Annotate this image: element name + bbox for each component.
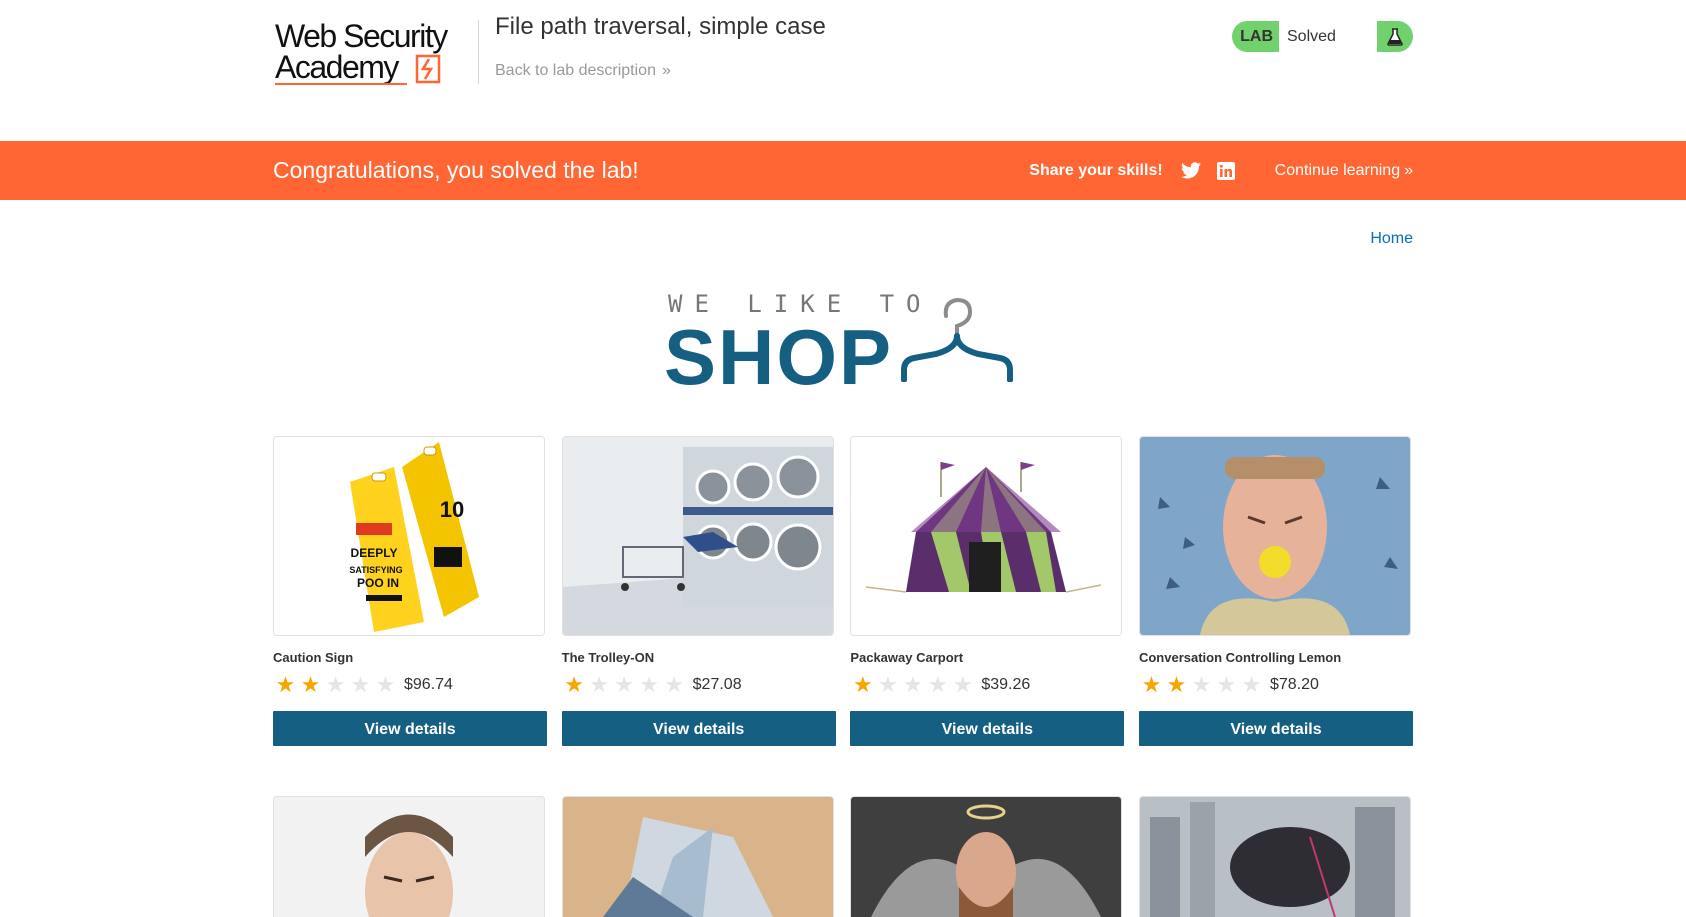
twitter-icon[interactable] bbox=[1180, 162, 1201, 179]
star-filled-icon: ★ bbox=[1141, 672, 1162, 697]
product-row bbox=[273, 796, 1413, 917]
star-empty-icon: ★ bbox=[325, 672, 346, 697]
product-image[interactable] bbox=[850, 436, 1123, 636]
hanger-icon bbox=[901, 297, 1013, 382]
star-empty-icon: ★ bbox=[877, 672, 898, 697]
lab-title: File path traversal, simple case bbox=[495, 13, 826, 40]
web-security-academy-logo[interactable]: Web Security Academy bbox=[273, 18, 473, 92]
shop-main: Home WE LIKE TO SHOP DEEPLY SATISFYING P… bbox=[0, 200, 1686, 917]
product-price: $96.74 bbox=[404, 676, 453, 693]
product-image[interactable]: DEEPLY SATISFYING POO IN 10 bbox=[273, 436, 545, 636]
continue-learning-label: Continue learning bbox=[1274, 161, 1401, 179]
product-image[interactable] bbox=[1138, 796, 1411, 917]
product-name: The Trolley-ON bbox=[561, 650, 655, 665]
product-image[interactable] bbox=[850, 796, 1123, 917]
view-details-button[interactable]: View details bbox=[561, 711, 836, 746]
rating-stars: ★ ★ ★ ★ ★ bbox=[1139, 674, 1264, 696]
continue-learning-link[interactable]: Continue learning» bbox=[1275, 162, 1413, 180]
lab-badge: LAB bbox=[1240, 27, 1273, 45]
back-link-label: Back to lab description bbox=[495, 62, 656, 79]
product-price: $39.26 bbox=[981, 676, 1031, 693]
product-name: Packaway Carport bbox=[850, 650, 964, 665]
congratulations-message: Congratulations, you solved the lab! bbox=[273, 157, 639, 183]
star-filled-icon: ★ bbox=[564, 672, 585, 697]
share-skills-label: Share your skills! bbox=[1029, 161, 1163, 179]
view-details-button[interactable]: View details bbox=[273, 711, 547, 746]
linkedin-icon[interactable] bbox=[1216, 161, 1235, 180]
star-empty-icon: ★ bbox=[375, 672, 396, 697]
solved-banner: Congratulations, you solved the lab! Sha… bbox=[0, 141, 1686, 200]
star-empty-icon: ★ bbox=[614, 672, 635, 697]
product-price: $27.08 bbox=[692, 676, 742, 693]
product-card: DEEPLY SATISFYING POO IN 10 Caution Sign… bbox=[273, 436, 547, 746]
product-name: Conversation Controlling Lemon bbox=[1138, 650, 1342, 665]
home-link[interactable]: Home bbox=[1370, 230, 1413, 248]
product-name: Caution Sign bbox=[273, 650, 354, 665]
product-image[interactable] bbox=[561, 436, 834, 636]
header: Web Security Academy File path traversal… bbox=[0, 0, 1686, 141]
rating-stars: ★ ★ ★ ★ ★ bbox=[850, 674, 975, 696]
hero-title: SHOP bbox=[664, 313, 894, 401]
svg-text:10: 10 bbox=[440, 497, 464, 522]
product-image[interactable] bbox=[1138, 436, 1411, 636]
star-filled-icon: ★ bbox=[300, 672, 321, 697]
back-to-lab-description-link[interactable]: Back to lab description » bbox=[495, 62, 671, 80]
star-empty-icon: ★ bbox=[902, 672, 923, 697]
view-details-button[interactable]: View details bbox=[1138, 711, 1413, 746]
lab-status-text: Solved bbox=[1279, 21, 1377, 52]
logo-divider bbox=[478, 20, 479, 84]
star-empty-icon: ★ bbox=[639, 672, 660, 697]
product-image[interactable] bbox=[273, 796, 545, 917]
star-empty-icon: ★ bbox=[350, 672, 371, 697]
product-image[interactable] bbox=[561, 796, 834, 917]
star-empty-icon: ★ bbox=[589, 672, 610, 697]
double-chevron-right-icon: » bbox=[661, 62, 671, 79]
product-price: $78.20 bbox=[1269, 676, 1319, 693]
star-filled-icon: ★ bbox=[852, 672, 873, 697]
star-empty-icon: ★ bbox=[1191, 672, 1212, 697]
star-empty-icon: ★ bbox=[952, 672, 973, 697]
rating-stars: ★ ★ ★ ★ ★ bbox=[273, 674, 398, 696]
rating-stars: ★ ★ ★ ★ ★ bbox=[562, 674, 687, 696]
product-row: DEEPLY SATISFYING POO IN 10 Caution Sign… bbox=[273, 436, 1413, 746]
svg-text:Academy: Academy bbox=[275, 49, 399, 85]
svg-text:DEEPLY: DEEPLY bbox=[351, 546, 398, 560]
star-empty-icon: ★ bbox=[1241, 672, 1262, 697]
star-empty-icon: ★ bbox=[1216, 672, 1237, 697]
shop-hero-logo: WE LIKE TO SHOP bbox=[273, 290, 1413, 401]
product-card bbox=[273, 796, 547, 917]
product-card: The Trolley-ON ★ ★ ★ ★ ★ $27.08 View det… bbox=[561, 436, 836, 746]
star-empty-icon: ★ bbox=[927, 672, 948, 697]
product-card: Conversation Controlling Lemon ★ ★ ★ ★ ★… bbox=[1138, 436, 1413, 746]
double-chevron-right-icon: » bbox=[1404, 161, 1413, 179]
product-card bbox=[850, 796, 1124, 917]
svg-text:SATISFYING: SATISFYING bbox=[349, 565, 402, 575]
view-details-button[interactable]: View details bbox=[850, 711, 1125, 746]
product-card bbox=[1138, 796, 1413, 917]
flask-icon bbox=[1377, 21, 1413, 52]
product-card: Packaway Carport ★ ★ ★ ★ ★ $39.26 View d… bbox=[850, 436, 1125, 746]
svg-text:POO IN: POO IN bbox=[357, 576, 399, 590]
star-filled-icon: ★ bbox=[1166, 672, 1187, 697]
product-card bbox=[561, 796, 836, 917]
star-filled-icon: ★ bbox=[275, 672, 296, 697]
star-empty-icon: ★ bbox=[664, 672, 685, 697]
lab-status-widget: LAB Solved bbox=[1232, 21, 1413, 52]
product-grid: DEEPLY SATISFYING POO IN 10 Caution Sign… bbox=[273, 436, 1413, 917]
